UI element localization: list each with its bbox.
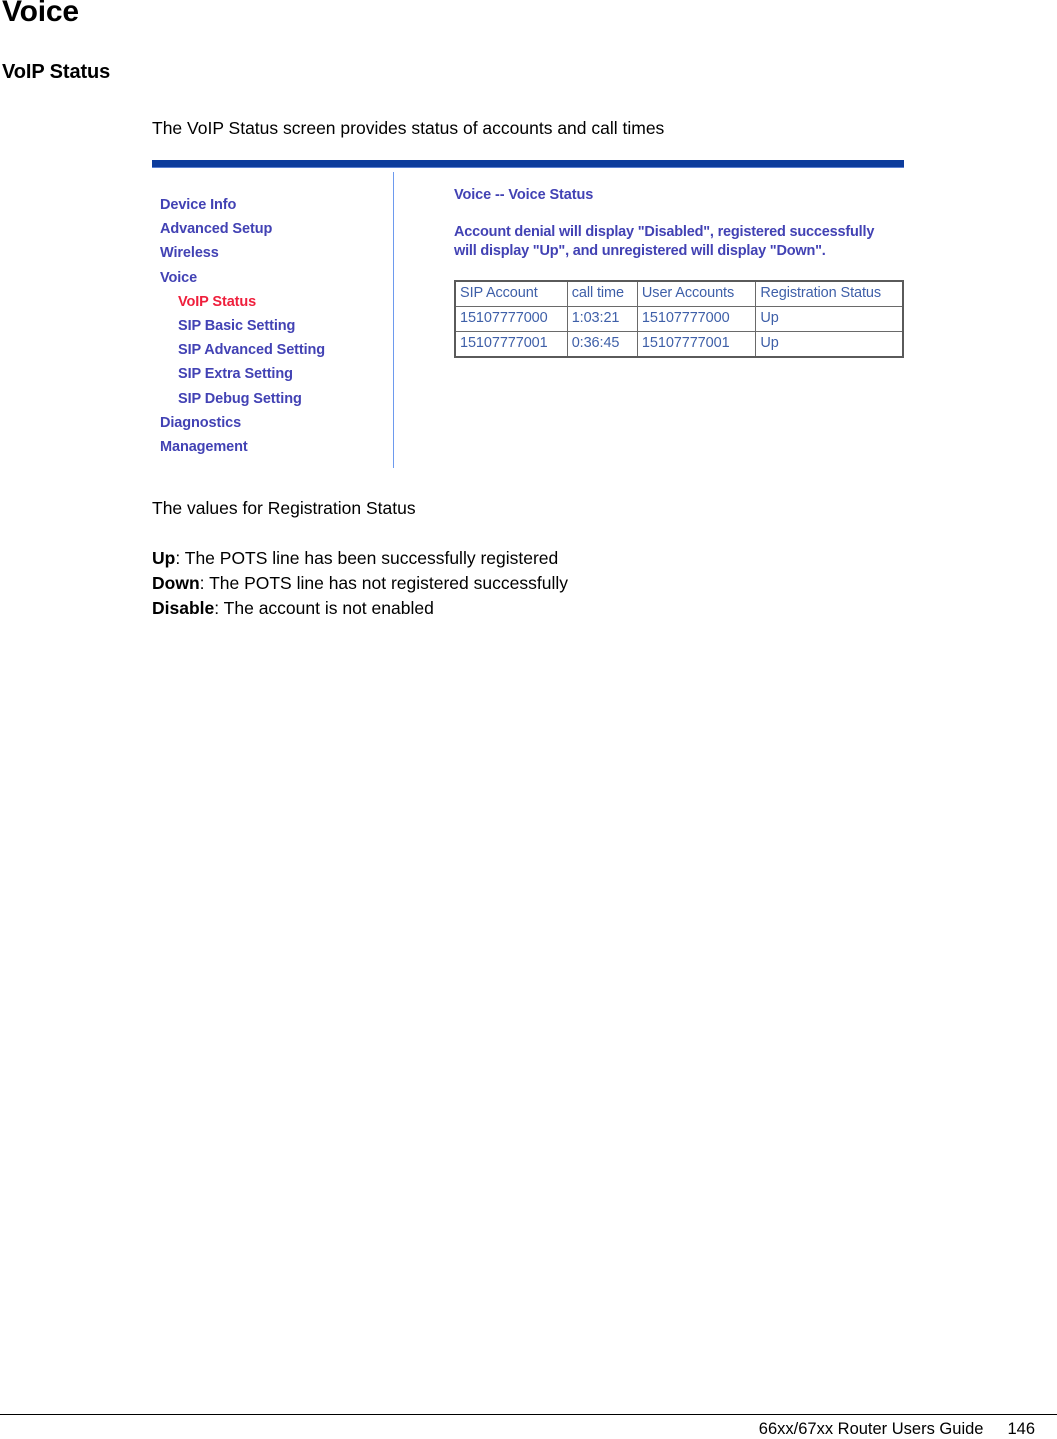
definition-disable: Disable: The account is not enabled — [152, 596, 568, 621]
screenshot-vertical-divider — [393, 172, 394, 468]
column-header-user-accounts: User Accounts — [636, 280, 757, 307]
screenshot-top-bar — [152, 160, 904, 168]
sidebar-item-diagnostics[interactable]: Diagnostics — [160, 411, 385, 435]
definition-down: Down: The POTS line has not registered s… — [152, 571, 568, 596]
sidebar-item-management[interactable]: Management — [160, 435, 385, 459]
sidebar-item-device-info[interactable]: Device Info — [160, 193, 385, 217]
definition-separator: : — [199, 573, 210, 593]
definition-term-down: Down — [152, 573, 200, 593]
router-main-panel: Voice -- Voice Status Account denial wil… — [454, 186, 904, 358]
cell-sip-account: 15107777000 — [454, 305, 568, 332]
cell-call-time: 1:03:21 — [566, 305, 638, 332]
column-header-registration-status: Registration Status — [755, 280, 904, 307]
sidebar-item-sip-advanced-setting[interactable]: SIP Advanced Setting — [160, 338, 385, 362]
cell-sip-account: 15107777001 — [454, 330, 568, 358]
definition-up: Up: The POTS line has been successfully … — [152, 546, 568, 571]
sidebar-item-advanced-setup[interactable]: Advanced Setup — [160, 217, 385, 241]
definition-description-disable: The account is not enabled — [223, 598, 434, 618]
cell-call-time: 0:36:45 — [566, 330, 638, 358]
cell-user-account: 15107777001 — [636, 330, 757, 358]
registration-status-definitions: Up: The POTS line has been successfully … — [152, 546, 568, 621]
definition-description-down: The POTS line has not registered success… — [209, 573, 568, 593]
column-header-call-time: call time — [566, 280, 638, 307]
sidebar-item-sip-debug-setting[interactable]: SIP Debug Setting — [160, 387, 385, 411]
footer-divider — [0, 1414, 1057, 1415]
definition-separator: : — [214, 598, 224, 618]
router-sidebar-nav: Device Info Advanced Setup Wireless Voic… — [160, 193, 385, 459]
sidebar-item-voice[interactable]: Voice — [160, 266, 385, 290]
values-paragraph: The values for Registration Status — [152, 498, 416, 518]
voice-status-title: Voice -- Voice Status — [454, 187, 594, 203]
sidebar-item-sip-extra-setting[interactable]: SIP Extra Setting — [160, 362, 385, 386]
document-page: Voice VoIP Status The VoIP Status screen… — [0, 0, 1057, 1439]
definition-separator: : — [175, 548, 185, 568]
cell-user-account: 15107777000 — [636, 305, 757, 332]
sidebar-item-sip-basic-setting[interactable]: SIP Basic Setting — [160, 314, 385, 338]
intro-paragraph: The VoIP Status screen provides status o… — [152, 118, 665, 138]
footer-page-number: 146 — [1007, 1420, 1035, 1438]
page-title: Voice — [2, 0, 79, 28]
voice-status-description: Account denial will display "Disabled", … — [454, 223, 875, 259]
column-header-sip-account: SIP Account — [454, 280, 568, 307]
section-heading: VoIP Status — [2, 61, 111, 83]
table-header-row: SIP Account call time User Accounts Regi… — [454, 280, 904, 307]
embedded-router-screenshot: Device Info Advanced Setup Wireless Voic… — [152, 160, 904, 470]
definition-term-up: Up — [152, 548, 176, 568]
footer-guide-title: 66xx/67xx Router Users Guide — [758, 1420, 984, 1438]
voice-status-table: SIP Account call time User Accounts Regi… — [454, 279, 904, 358]
cell-registration-status: Up — [755, 305, 904, 332]
sidebar-item-voip-status[interactable]: VoIP Status — [160, 290, 385, 314]
footer: 66xx/67xx Router Users Guide 146 — [759, 1420, 1035, 1439]
definition-description-up: The POTS line has been successfully regi… — [184, 548, 559, 568]
cell-registration-status: Up — [755, 330, 904, 358]
sidebar-item-wireless[interactable]: Wireless — [160, 241, 385, 265]
table-row: 15107777001 0:36:45 15107777001 Up — [454, 330, 904, 358]
definition-term-disable: Disable — [152, 598, 215, 618]
table-row: 15107777000 1:03:21 15107777000 Up — [454, 305, 904, 332]
